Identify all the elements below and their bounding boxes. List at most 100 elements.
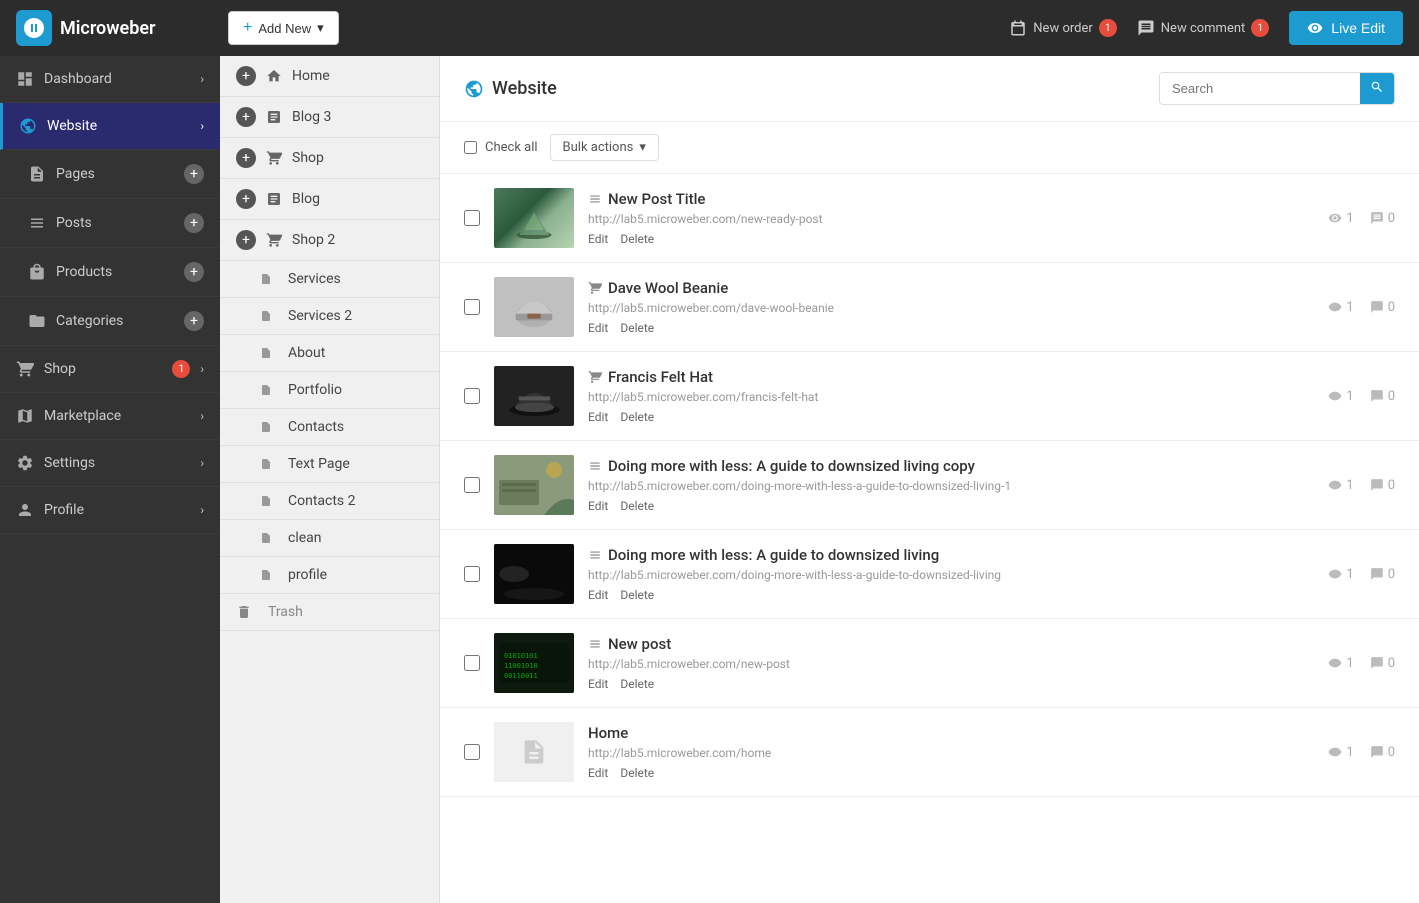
post-thumbnail: [494, 455, 574, 515]
main-content: Website Check all Bulk actions ▾: [440, 56, 1419, 903]
mid-item-home[interactable]: + Home: [220, 56, 439, 97]
post-actions: Edit Delete: [588, 232, 1314, 246]
add-products-button[interactable]: +: [184, 262, 204, 282]
add-home-button[interactable]: +: [236, 66, 256, 86]
mid-item-portfolio[interactable]: Portfolio: [220, 372, 439, 409]
left-sidebar: Dashboard › Website › Pages + Posts + Pr…: [0, 56, 220, 903]
check-all-checkbox[interactable]: [464, 141, 477, 154]
mid-item-contacts[interactable]: Contacts: [220, 409, 439, 446]
post-checkbox[interactable]: [464, 299, 480, 315]
add-shop-button[interactable]: +: [236, 148, 256, 168]
post-checkbox[interactable]: [464, 388, 480, 404]
top-navigation: Microweber + Add New ▾ New order 1 New c…: [0, 0, 1419, 56]
post-title: Doing more with less: A guide to downsiz…: [588, 546, 1314, 564]
edit-link[interactable]: Edit: [588, 677, 608, 691]
add-blog-button[interactable]: +: [236, 189, 256, 209]
sidebar-item-marketplace[interactable]: Marketplace ›: [0, 393, 220, 440]
nav-actions: New order 1 New comment 1 Live Edit: [1009, 11, 1403, 45]
svg-text:00110011: 00110011: [504, 672, 538, 680]
mid-item-clean[interactable]: clean: [220, 520, 439, 557]
add-pages-button[interactable]: +: [184, 164, 204, 184]
post-checkbox[interactable]: [464, 477, 480, 493]
mid-item-shop[interactable]: + Shop: [220, 138, 439, 179]
bulk-actions-dropdown[interactable]: Bulk actions ▾: [550, 134, 659, 161]
post-content: Doing more with less: A guide to downsiz…: [588, 546, 1314, 602]
live-edit-button[interactable]: Live Edit: [1289, 11, 1403, 45]
edit-link[interactable]: Edit: [588, 588, 608, 602]
post-thumbnail: [494, 188, 574, 248]
mid-item-services[interactable]: Services: [220, 261, 439, 298]
mid-item-shop2[interactable]: + Shop 2: [220, 220, 439, 261]
delete-link[interactable]: Delete: [620, 499, 654, 513]
delete-link[interactable]: Delete: [620, 677, 654, 691]
mid-item-blog3[interactable]: + Blog 3: [220, 97, 439, 138]
add-shop2-button[interactable]: +: [236, 230, 256, 250]
post-checkbox[interactable]: [464, 210, 480, 226]
sidebar-item-settings[interactable]: Settings ›: [0, 440, 220, 487]
new-order-badge: 1: [1099, 19, 1117, 37]
post-title: Doing more with less: A guide to downsiz…: [588, 457, 1314, 475]
search-button[interactable]: [1360, 73, 1394, 104]
post-url: http://lab5.microweber.com/francis-felt-…: [588, 390, 1314, 404]
main-header: Website: [440, 56, 1419, 122]
new-comment-action[interactable]: New comment 1: [1137, 19, 1270, 37]
post-actions: Edit Delete: [588, 321, 1314, 335]
post-content: Francis Felt Hat http://lab5.microweber.…: [588, 368, 1314, 424]
new-order-action[interactable]: New order 1: [1009, 19, 1117, 37]
add-new-button[interactable]: + Add New ▾: [228, 11, 339, 45]
edit-link[interactable]: Edit: [588, 499, 608, 513]
search-box: [1159, 72, 1395, 105]
post-url: http://lab5.microweber.com/doing-more-wi…: [588, 479, 1314, 493]
delete-link[interactable]: Delete: [620, 410, 654, 424]
post-meta: 1 0: [1328, 300, 1395, 315]
mid-item-textpage[interactable]: Text Page: [220, 446, 439, 483]
edit-link[interactable]: Edit: [588, 410, 608, 424]
post-url: http://lab5.microweber.com/dave-wool-bea…: [588, 301, 1314, 315]
sidebar-item-pages[interactable]: Pages +: [0, 150, 220, 199]
post-meta: 1 0: [1328, 211, 1395, 226]
post-title: New post: [588, 635, 1314, 653]
sidebar-item-website[interactable]: Website ›: [0, 103, 220, 150]
search-input[interactable]: [1160, 74, 1360, 103]
post-title: Dave Wool Beanie: [588, 279, 1314, 297]
sidebar-item-profile[interactable]: Profile ›: [0, 487, 220, 534]
add-categories-button[interactable]: +: [184, 311, 204, 331]
post-meta: 1 0: [1328, 656, 1395, 671]
add-posts-button[interactable]: +: [184, 213, 204, 233]
sidebar-item-posts[interactable]: Posts +: [0, 199, 220, 248]
main-title: Website: [464, 78, 557, 99]
mid-item-contacts2[interactable]: Contacts 2: [220, 483, 439, 520]
mid-item-trash[interactable]: Trash: [220, 594, 439, 631]
mid-item-about[interactable]: About: [220, 335, 439, 372]
mid-item-services2[interactable]: Services 2: [220, 298, 439, 335]
mid-item-blog[interactable]: + Blog: [220, 179, 439, 220]
edit-link[interactable]: Edit: [588, 766, 608, 780]
bulk-actions-row: Check all Bulk actions ▾: [440, 122, 1419, 174]
post-meta: 1 0: [1328, 389, 1395, 404]
post-actions: Edit Delete: [588, 499, 1314, 513]
post-thumbnail: [494, 722, 574, 782]
mid-item-profile[interactable]: profile: [220, 557, 439, 594]
post-content: Home http://lab5.microweber.com/home Edi…: [588, 724, 1314, 780]
table-row: 01010101 11001010 00110011 New post http…: [440, 619, 1419, 708]
delete-link[interactable]: Delete: [620, 766, 654, 780]
post-title: Home: [588, 724, 1314, 742]
post-checkbox[interactable]: [464, 566, 480, 582]
delete-link[interactable]: Delete: [620, 232, 654, 246]
post-checkbox[interactable]: [464, 744, 480, 760]
add-blog3-button[interactable]: +: [236, 107, 256, 127]
edit-link[interactable]: Edit: [588, 232, 608, 246]
new-comment-badge: 1: [1251, 19, 1269, 37]
sidebar-item-categories[interactable]: Categories +: [0, 297, 220, 346]
post-checkbox[interactable]: [464, 655, 480, 671]
delete-link[interactable]: Delete: [620, 321, 654, 335]
post-meta: 1 0: [1328, 478, 1395, 493]
table-row: New Post Title http://lab5.microweber.co…: [440, 174, 1419, 263]
sidebar-item-dashboard[interactable]: Dashboard ›: [0, 56, 220, 103]
check-all-container[interactable]: Check all: [464, 140, 538, 155]
post-title: Francis Felt Hat: [588, 368, 1314, 386]
sidebar-item-products[interactable]: Products +: [0, 248, 220, 297]
sidebar-item-shop[interactable]: Shop 1 ›: [0, 346, 220, 393]
delete-link[interactable]: Delete: [620, 588, 654, 602]
edit-link[interactable]: Edit: [588, 321, 608, 335]
